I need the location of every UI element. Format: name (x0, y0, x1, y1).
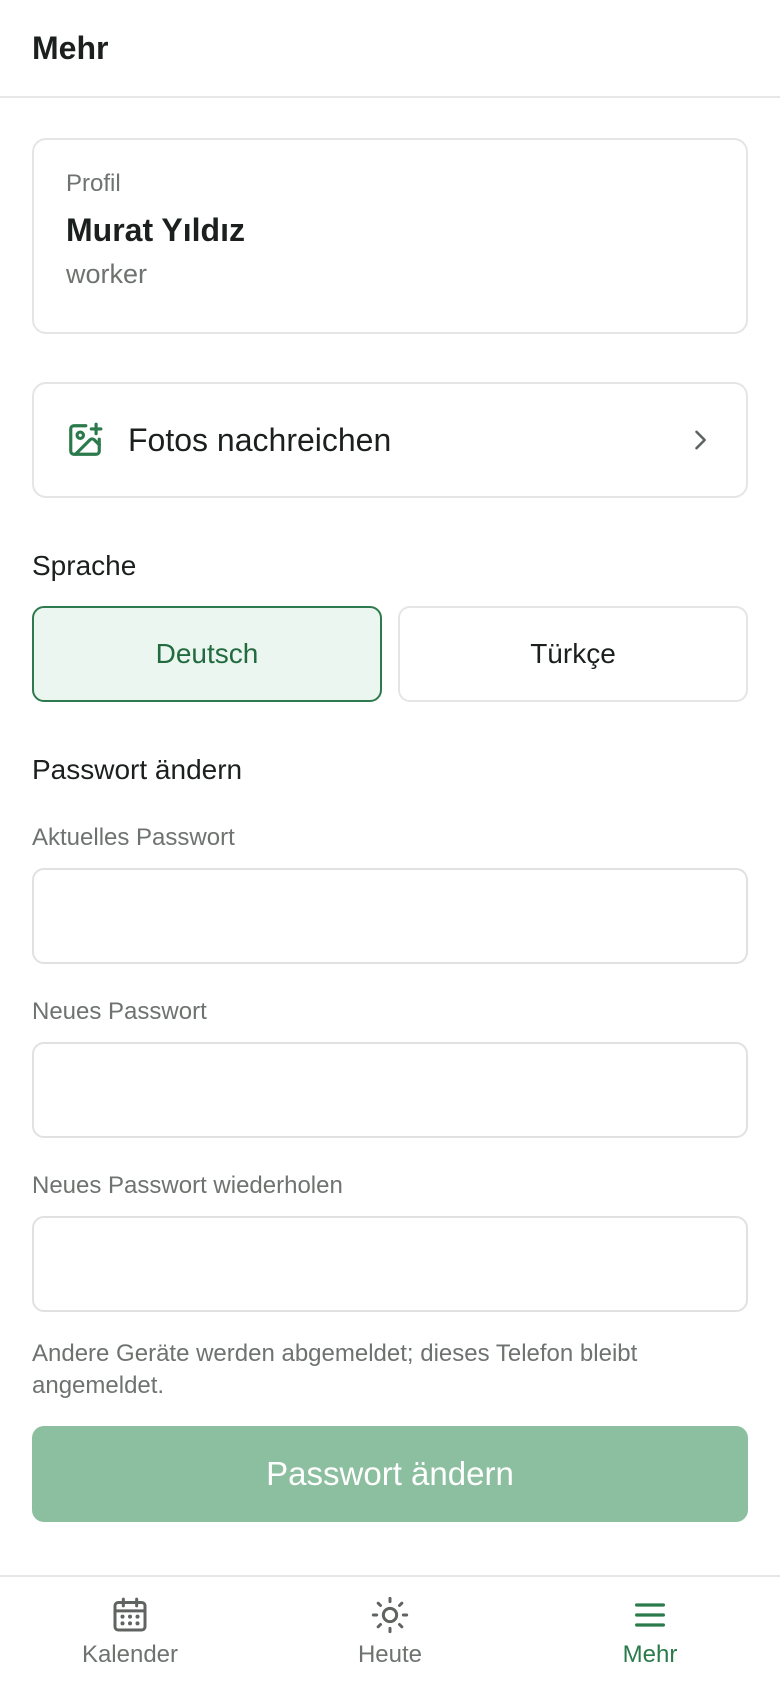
language-option-turkce[interactable]: Türkçe (398, 606, 748, 702)
nav-label-mehr: Mehr (622, 1641, 678, 1668)
current-password-input[interactable] (32, 868, 748, 964)
repeat-password-label: Neues Passwort wiederholen (32, 1172, 343, 1199)
nav-label-kalender: Kalender (81, 1641, 179, 1668)
app-root: Mehr Profil Murat Yıldız worker Fotos na… (0, 0, 780, 1688)
repeat-password-input[interactable] (32, 1216, 748, 1312)
change-password-button[interactable]: Passwort ändern (32, 1426, 748, 1522)
nav-item-mehr[interactable]: Mehr (520, 1577, 780, 1688)
current-password-label: Aktuelles Passwort (32, 824, 235, 851)
profile-label: Profil (66, 170, 121, 197)
nav-item-heute[interactable]: Heute (260, 1577, 520, 1688)
bottom-nav: Kalender Heute Mehr (0, 1575, 780, 1688)
language-section-title: Sprache (32, 550, 137, 581)
profile-card: Profil Murat Yıldız worker (32, 138, 748, 334)
upload-photos-label: Fotos nachreichen (128, 421, 392, 458)
chevron-right-icon (686, 426, 714, 454)
profile-role: worker (66, 259, 148, 289)
page-title: Mehr (32, 29, 109, 66)
menu-icon (630, 1595, 670, 1635)
calendar-icon (110, 1595, 150, 1635)
password-section-title: Passwort ändern (32, 754, 243, 785)
profile-name: Murat Yıldız (66, 212, 245, 248)
sun-icon (370, 1595, 410, 1635)
new-password-label: Neues Passwort (32, 998, 207, 1025)
nav-label-heute: Heute (357, 1641, 423, 1668)
nav-item-kalender[interactable]: Kalender (0, 1577, 260, 1688)
language-selector: Deutsch Türkçe (32, 606, 748, 702)
upload-photos-button[interactable]: Fotos nachreichen (32, 382, 748, 498)
new-password-input[interactable] (32, 1042, 748, 1138)
password-hint: Andere Geräte werden abgemeldet; dieses … (32, 1340, 638, 1399)
language-option-deutsch[interactable]: Deutsch (32, 606, 382, 702)
top-bar: Mehr (0, 0, 780, 98)
image-plus-icon (66, 421, 104, 459)
main-content: Profil Murat Yıldız worker Fotos nachrei… (0, 98, 780, 1522)
